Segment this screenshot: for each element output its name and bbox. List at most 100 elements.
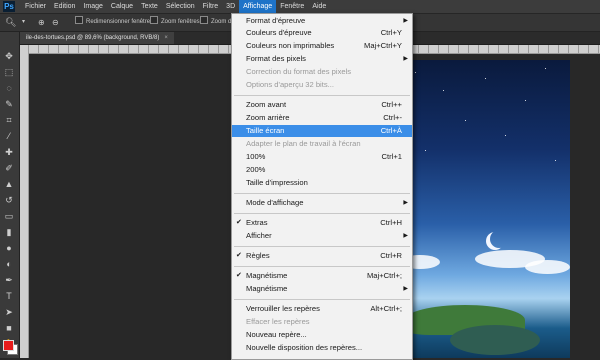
menu-separator [234, 95, 410, 96]
star [505, 135, 506, 136]
star [425, 150, 426, 151]
menu-item-zoom-100[interactable]: 100% Ctrl+1 [232, 151, 412, 163]
star [443, 90, 444, 91]
menu-item-zoom-200[interactable]: 200% [232, 164, 412, 176]
submenu-arrow-icon: ▶ [403, 233, 408, 239]
menu-item-label: Effacer les repères [246, 317, 310, 326]
history-brush-tool-icon[interactable]: ↺ [3, 194, 15, 206]
document-tab-title: ile-des-tortues.psd @ 89,6% (background,… [26, 35, 160, 41]
menu-item-afficher[interactable]: Afficher ▶ [232, 230, 412, 242]
menu-3d[interactable]: 3D [222, 0, 239, 13]
star [415, 72, 416, 73]
menu-item-format-pixels[interactable]: Format des pixels ▶ [232, 53, 412, 65]
menu-item-nouvelle-disposition[interactable]: Nouvelle disposition des repères... [232, 342, 412, 354]
pen-tool-icon[interactable]: ✒ [3, 274, 15, 286]
menu-item-format-epreuve[interactable]: Format d'épreuve ▶ [232, 15, 412, 27]
zoom-windows-checkbox[interactable]: Zoom fenêtres [150, 14, 200, 31]
menu-item-magnetisme-sub[interactable]: Magnétisme ▶ [232, 283, 412, 295]
menu-item-label: Nouvelle disposition des repères... [246, 343, 363, 352]
dodge-tool-icon[interactable]: ◐ [3, 258, 15, 270]
menu-item-zoom-avant[interactable]: Zoom avant Ctrl++ [232, 99, 412, 111]
checkbox-icon [200, 16, 208, 24]
menu-separator [234, 299, 410, 300]
submenu-arrow-icon: ▶ [403, 18, 408, 24]
zoom-out-icon[interactable]: ⊖ [52, 14, 59, 31]
star [485, 78, 486, 79]
menu-item-verrouiller-reperes[interactable]: Verrouiller les repères Alt+Ctrl+; [232, 303, 412, 315]
menu-image[interactable]: Image [79, 0, 106, 13]
menu-item-label: Taille écran [246, 126, 285, 135]
menu-item-shortcut: Ctrl+À [380, 126, 402, 135]
menu-item-adapter-plan: Adapter le plan de travail à l'écran [232, 138, 412, 150]
menu-fichier[interactable]: Fichier [21, 0, 50, 13]
submenu-arrow-icon: ▶ [403, 200, 408, 206]
marquee-tool-icon[interactable]: ⬚ [3, 66, 15, 78]
menu-edition[interactable]: Edition [50, 0, 79, 13]
document-tab[interactable]: ile-des-tortues.psd @ 89,6% (background,… [20, 32, 174, 44]
resize-windows-checkbox[interactable]: Redimensionner fenêtres [75, 14, 153, 31]
path-selection-tool-icon[interactable]: ➤ [3, 306, 15, 318]
menu-texte[interactable]: Texte [137, 0, 162, 13]
move-tool-icon[interactable]: ✥ [3, 50, 15, 62]
menu-item-effacer-reperes: Effacer les repères [232, 316, 412, 328]
document-image[interactable] [395, 60, 570, 358]
checkmark-icon: ✔ [236, 272, 242, 279]
zoom-drag-checkbox[interactable]: Zoom dé [200, 14, 235, 31]
shape-tool-icon[interactable]: ■ [3, 322, 15, 334]
checkbox-icon [150, 16, 158, 24]
menu-item-label: Couleurs non imprimables [246, 41, 335, 50]
menu-item-mode-affichage[interactable]: Mode d'affichage ▶ [232, 197, 412, 209]
menu-item-zoom-arriere[interactable]: Zoom arrière Ctrl+- [232, 112, 412, 124]
menu-item-options-apercu-32: Options d'aperçu 32 bits... [232, 79, 412, 91]
close-icon[interactable]: × [164, 35, 168, 41]
menu-item-magnetisme[interactable]: ✔ Magnétisme Maj+Ctrl+; [232, 270, 412, 282]
menu-separator [234, 213, 410, 214]
zoom-in-icon[interactable]: ⊕ [38, 14, 45, 31]
clone-stamp-tool-icon[interactable]: ▲ [3, 178, 15, 190]
vertical-ruler[interactable] [20, 45, 29, 358]
menu-item-nouveau-repere[interactable]: Nouveau repère... [232, 329, 412, 341]
menu-item-label: Verrouiller les repères [246, 304, 320, 313]
menu-item-shortcut: Maj+Ctrl+Y [364, 41, 402, 50]
menu-aide[interactable]: Aide [308, 0, 330, 13]
brush-tool-icon[interactable]: ✐ [3, 162, 15, 174]
checkbox-icon [75, 16, 83, 24]
zoom-windows-label: Zoom fenêtres [161, 19, 200, 25]
quick-select-tool-icon[interactable]: ✎ [3, 98, 15, 110]
star [545, 68, 546, 69]
eraser-tool-icon[interactable]: ▭ [3, 210, 15, 222]
blur-tool-icon[interactable]: ● [3, 242, 15, 254]
menu-filtre[interactable]: Filtre [199, 0, 223, 13]
menu-item-couleurs-non-imprimables[interactable]: Couleurs non imprimables Maj+Ctrl+Y [232, 40, 412, 52]
star [525, 100, 526, 101]
foreground-color-swatch[interactable] [3, 340, 14, 351]
zoom-tool-icon[interactable]: 🔍︎ [5, 14, 16, 31]
menu-item-label: Afficher [246, 231, 272, 240]
menu-item-label: Zoom arrière [246, 113, 290, 122]
menu-item-regles[interactable]: ✔ Règles Ctrl+R [232, 250, 412, 262]
menu-affichage[interactable]: Affichage [239, 0, 277, 13]
menu-item-label: Format d'épreuve [246, 16, 306, 25]
menu-item-couleurs-epreuve[interactable]: Couleurs d'épreuve Ctrl+Y [232, 27, 412, 39]
crop-tool-icon[interactable]: ⌗ [3, 114, 15, 126]
tool-preset-dropdown-icon[interactable]: ▾ [22, 14, 25, 31]
menu-item-taille-impression[interactable]: Taille d'impression [232, 177, 412, 189]
menu-calque[interactable]: Calque [107, 0, 137, 13]
menu-item-label: Options d'aperçu 32 bits... [246, 80, 334, 89]
submenu-arrow-icon: ▶ [403, 286, 408, 292]
submenu-arrow-icon: ▶ [403, 56, 408, 62]
menu-item-label: Nouveau repère... [246, 330, 307, 339]
menu-selection[interactable]: Sélection [162, 0, 199, 13]
menu-item-label: Zoom avant [246, 100, 287, 109]
menu-item-shortcut: Alt+Ctrl+; [370, 304, 402, 313]
lasso-tool-icon[interactable]: ◌ [3, 82, 15, 94]
gradient-tool-icon[interactable]: ▮ [3, 226, 15, 238]
menu-item-label: Correction du format des pixels [246, 67, 352, 76]
menu-item-extras[interactable]: ✔ Extras Ctrl+H [232, 217, 412, 229]
healing-brush-tool-icon[interactable]: ✚ [3, 146, 15, 158]
eyedropper-tool-icon[interactable]: ⁄ [3, 130, 15, 142]
menu-item-taille-ecran[interactable]: Taille écran Ctrl+À [232, 125, 412, 137]
type-tool-icon[interactable]: T [3, 290, 15, 302]
menu-fenetre[interactable]: Fenêtre [276, 0, 308, 13]
menu-item-label: Règles [246, 251, 270, 260]
